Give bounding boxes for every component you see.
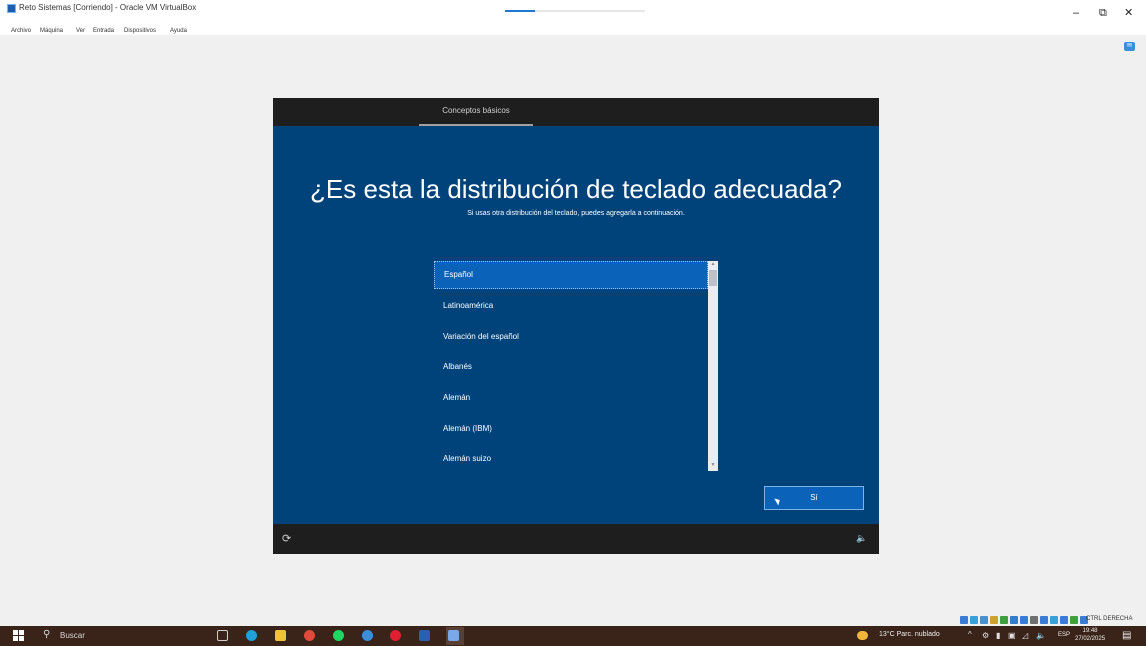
word-icon[interactable]	[419, 630, 430, 641]
vbox-status-icon[interactable]	[960, 616, 968, 624]
virtualbox-app-icon	[7, 4, 16, 13]
action-center-icon[interactable]: ▤	[1122, 630, 1133, 641]
vbox-status-icon[interactable]	[1050, 616, 1058, 624]
weather-text[interactable]: 13°C Parc. nublado	[879, 631, 940, 638]
list-item-albanes[interactable]: Albanés	[434, 353, 708, 381]
vbox-status-icon[interactable]	[990, 616, 998, 624]
vbox-status-icon[interactable]	[1020, 616, 1028, 624]
title-bar: Reto Sistemas [Corriendo] - Oracle VM Vi…	[0, 0, 1146, 19]
list-item-latinoamerica[interactable]: Latinoamérica	[434, 292, 708, 320]
display-icon[interactable]: ▣	[1008, 631, 1016, 640]
scroll-up-arrow-icon[interactable]: ▲	[710, 262, 716, 267]
mini-toolbar-track	[535, 10, 645, 12]
keyboard-layout-list[interactable]: Español Latinoamérica Variación del espa…	[434, 261, 718, 471]
list-item-variacion-espanol[interactable]: Variación del español	[434, 323, 708, 351]
menu-ayuda[interactable]: Ayuda	[170, 28, 187, 34]
vbox-status-icon[interactable]	[1070, 616, 1078, 624]
scroll-down-arrow-icon[interactable]: ▼	[710, 463, 716, 468]
edge-icon[interactable]	[246, 630, 257, 641]
host-key-label: CTRL DERECHA	[1086, 616, 1133, 622]
clock[interactable]: 19:48 27/02/2025	[1075, 627, 1105, 643]
speaker-icon[interactable]: 🔈	[1036, 631, 1046, 640]
language-indicator[interactable]: ESP	[1058, 632, 1070, 638]
opera-icon[interactable]	[390, 630, 401, 641]
page-title: ¿Es esta la distribución de teclado adec…	[310, 174, 842, 204]
list-item-aleman-ibm[interactable]: Alemán (IBM)	[434, 415, 708, 443]
file-explorer-icon[interactable]	[275, 630, 286, 641]
spotify-icon[interactable]	[333, 630, 344, 641]
vm-screen[interactable]: Conceptos básicos ¿Es esta la distribuci…	[273, 98, 879, 554]
page-subtitle: Si usas otra distribución del teclado, p…	[467, 210, 685, 217]
tab-underline	[419, 124, 533, 126]
list-scrollbar[interactable]: ▲ ▼	[708, 261, 718, 471]
vbox-status-icon[interactable]	[1060, 616, 1068, 624]
menu-dispositivos[interactable]: Dispositivos	[124, 28, 156, 34]
virtualbox-icon[interactable]	[448, 630, 459, 641]
menu-ver[interactable]: Ver	[76, 28, 85, 34]
vbox-status-icon[interactable]	[1040, 616, 1048, 624]
task-view-icon[interactable]	[217, 630, 228, 641]
accessibility-icon[interactable]: ⟳	[282, 532, 291, 545]
wifi-icon[interactable]: ◿	[1022, 631, 1028, 640]
search-icon[interactable]: ⚲	[43, 629, 50, 640]
network-share-icon[interactable]: ⚙	[982, 631, 989, 640]
mini-toolbar-indicator[interactable]	[505, 10, 535, 12]
vbox-status-icon[interactable]	[970, 616, 978, 624]
show-hidden-icons-chevron-icon[interactable]: ^	[968, 630, 972, 639]
taskbar: ⚲ Buscar 13°C Parc. nublado ^ ⚙ ▮ ▣ ◿ 🔈 …	[0, 626, 1146, 646]
notification-icon[interactable]: ✉	[1124, 42, 1135, 51]
vbox-status-icons	[960, 614, 1088, 626]
menu-entrada[interactable]: Entrada	[93, 28, 114, 34]
menu-archivo[interactable]: Archivo	[11, 28, 31, 34]
tab-conceptos-basicos: Conceptos básicos	[442, 106, 510, 115]
vbox-status-icon[interactable]	[980, 616, 988, 624]
chrome-alt-icon[interactable]	[362, 630, 373, 641]
oobe-footer: ⟳ 🔈	[273, 524, 879, 554]
weather-icon[interactable]	[857, 631, 868, 640]
clock-date: 27/02/2025	[1075, 636, 1106, 642]
usb-icon[interactable]: ▮	[996, 631, 1000, 640]
list-item-aleman-suizo[interactable]: Alemán suizo	[434, 445, 708, 473]
window-title: Reto Sistemas [Corriendo] - Oracle VM Vi…	[19, 3, 197, 12]
menu-maquina[interactable]: Máquina	[40, 28, 63, 34]
volume-icon[interactable]: 🔈	[856, 533, 867, 544]
oobe-header: Conceptos básicos	[273, 98, 879, 126]
list-item-aleman[interactable]: Alemán	[434, 384, 708, 412]
vbox-status-icon[interactable]	[1010, 616, 1018, 624]
vbox-status-icon[interactable]	[1030, 616, 1038, 624]
start-button[interactable]	[13, 630, 24, 641]
chrome-icon[interactable]	[304, 630, 315, 641]
clock-time: 19:48	[1082, 628, 1098, 634]
scroll-thumb[interactable]	[709, 270, 717, 286]
vbox-status-icon[interactable]	[1000, 616, 1008, 624]
list-item-espanol[interactable]: Español	[434, 261, 708, 289]
search-label[interactable]: Buscar	[60, 631, 85, 640]
